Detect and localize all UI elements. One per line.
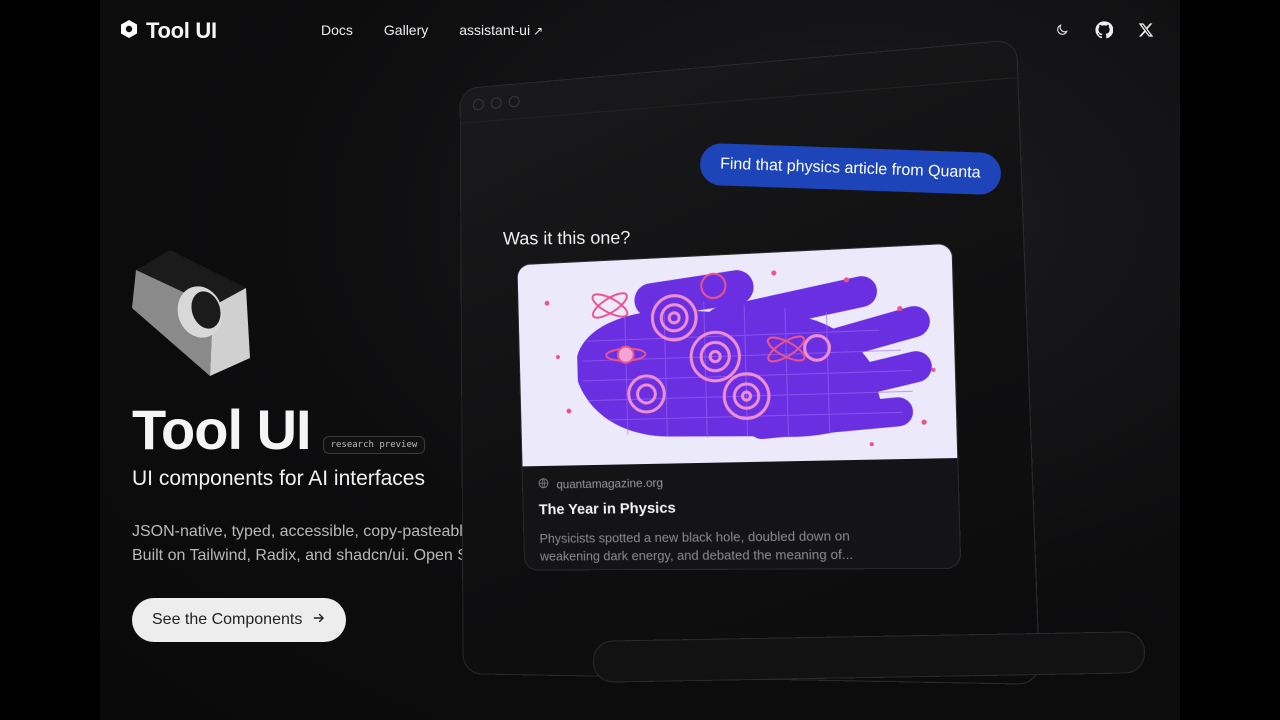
window-dot bbox=[490, 96, 502, 110]
arrow-right-icon bbox=[312, 611, 326, 630]
hero-title-row: Tool UI research preview bbox=[132, 398, 426, 461]
article-image bbox=[517, 243, 958, 467]
top-nav: Docs Gallery assistant-ui ↗ bbox=[321, 22, 543, 38]
header-actions bbox=[1052, 20, 1156, 40]
hero-description: JSON-native, typed, accessible, copy-pas… bbox=[132, 520, 512, 568]
cube-logo-icon bbox=[128, 248, 258, 388]
window-controls bbox=[472, 95, 520, 111]
nav-gallery[interactable]: Gallery bbox=[384, 22, 428, 38]
nav-assistant-ui[interactable]: assistant-ui ↗ bbox=[459, 22, 543, 38]
article-source: quantamagazine.org bbox=[538, 471, 941, 492]
article-card-body: quantamagazine.org The Year in Physics P… bbox=[523, 458, 961, 570]
x-icon[interactable] bbox=[1136, 20, 1156, 40]
article-card[interactable]: quantamagazine.org The Year in Physics P… bbox=[516, 242, 962, 571]
window-dot bbox=[508, 95, 520, 108]
landing-page: Tool UI Docs Gallery assistant-ui ↗ Tool… bbox=[100, 0, 1180, 720]
article-title: The Year in Physics bbox=[538, 499, 676, 519]
brand-name: Tool UI bbox=[146, 18, 217, 43]
chat-composer-input[interactable] bbox=[592, 631, 1146, 683]
nav-docs[interactable]: Docs bbox=[321, 22, 353, 38]
hero-description-line-1: JSON-native, typed, accessible, copy-pas… bbox=[132, 523, 477, 540]
hexagon-logo-icon bbox=[120, 19, 138, 44]
hero-description-line-2: Built on Tailwind, Radix, and shadcn/ui.… bbox=[132, 547, 513, 564]
article-description: Physicists spotted a new black hole, dou… bbox=[539, 528, 854, 564]
assistant-message: Was it this one? bbox=[502, 227, 631, 249]
nav-assistant-ui-label: assistant-ui bbox=[459, 22, 531, 38]
arrow-up-right-icon: ↗ bbox=[533, 24, 544, 38]
github-icon[interactable] bbox=[1094, 20, 1114, 40]
hero-title: Tool UI bbox=[132, 398, 312, 461]
see-components-label: See the Components bbox=[152, 611, 303, 628]
brand[interactable]: Tool UI bbox=[120, 18, 217, 44]
globe-icon bbox=[538, 478, 549, 492]
moon-icon[interactable] bbox=[1052, 20, 1072, 40]
article-source-domain: quantamagazine.org bbox=[556, 475, 664, 492]
hero-subtitle: UI components for AI interfaces bbox=[132, 467, 425, 490]
window-dot bbox=[472, 98, 484, 111]
window-divider bbox=[460, 77, 1018, 124]
see-components-button[interactable]: See the Components bbox=[132, 598, 347, 642]
research-preview-badge: research preview bbox=[322, 436, 426, 454]
